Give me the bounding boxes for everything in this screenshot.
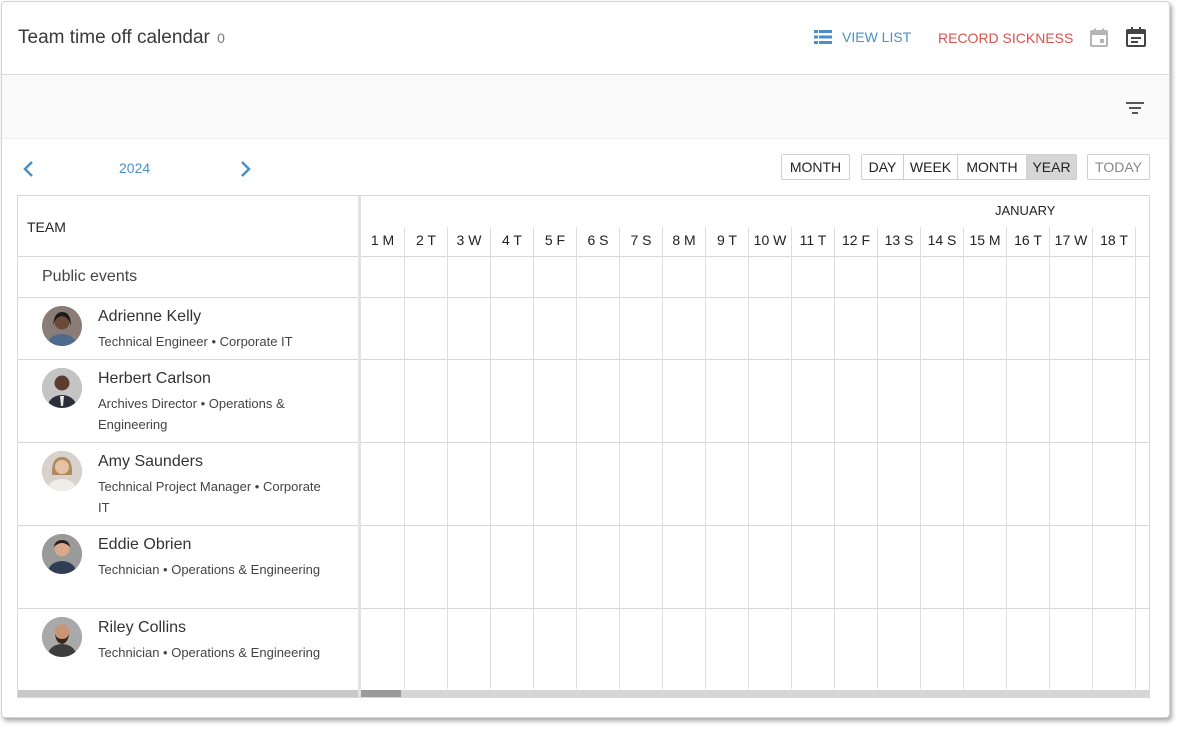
year-label: 2024 [119, 160, 151, 176]
day-column-line [791, 227, 792, 689]
grid-line [361, 442, 1149, 443]
public-events-row[interactable]: Public events [18, 257, 358, 298]
public-events-label: Public events [42, 268, 138, 285]
team-member-row[interactable]: Amy Saunders Technical Project Manager •… [18, 443, 358, 526]
year-view-button[interactable]: YEAR [1027, 154, 1077, 180]
grid-line [361, 608, 1149, 609]
avatar [42, 368, 82, 408]
timeline-area: JANUARY 1 M2 T3 W4 T5 F6 S7 S8 M9 T 10 W1… [361, 196, 1149, 697]
member-name: Riley Collins [98, 619, 187, 636]
day-column-line [920, 227, 921, 689]
day-header-cell: 8 M [662, 227, 705, 257]
day-header-cell: 6 S [576, 227, 619, 257]
day-column-line [662, 227, 663, 689]
day-column-line [447, 227, 448, 689]
day-column-line [834, 227, 835, 689]
day-header-cell: 7 S [619, 227, 662, 257]
avatar [42, 534, 82, 574]
grid-line [361, 359, 1149, 360]
today-button[interactable]: TODAY [1087, 154, 1150, 180]
title-count: 0 [217, 30, 225, 46]
member-name: Adrienne Kelly [98, 308, 202, 325]
grid-line [361, 256, 1149, 257]
month-button[interactable]: MONTH [781, 154, 850, 180]
day-column-line [533, 227, 534, 689]
day-header-cell: 4 T [490, 227, 533, 257]
day-header-cell: 3 W [447, 227, 490, 257]
day-column-line [877, 227, 878, 689]
day-header-cell: 5 F [533, 227, 576, 257]
week-view-button[interactable]: WEEK [904, 154, 958, 180]
day-header-cell: 10 W [748, 227, 791, 257]
day-header-cell: 9 T [705, 227, 748, 257]
view-list-label: VIEW LIST [842, 29, 912, 45]
record-sickness-button[interactable]: RECORD SICKNESS [938, 30, 1073, 46]
member-role: Technical Project Manager • Corporate IT [98, 479, 321, 515]
team-column: TEAM Public events Adrienne Kelly Techni… [18, 196, 361, 697]
view-switcher: DAY WEEK MONTH YEAR [861, 154, 1077, 180]
day-header-cell: 13 S [877, 227, 920, 257]
grid-line [361, 297, 1149, 298]
chevron-right-icon[interactable] [236, 159, 254, 179]
day-header-cell: 15 M [963, 227, 1006, 257]
member-role: Technical Engineer • Corporate IT [98, 334, 293, 349]
member-name: Amy Saunders [98, 453, 203, 470]
team-header-label: TEAM [27, 219, 66, 235]
day-header-cell: 1 M [370, 232, 395, 248]
view-list-button[interactable]: VIEW LIST [814, 29, 911, 45]
day-header-cell: 16 T [1006, 227, 1049, 257]
day-header-cell: 17 W [1049, 227, 1092, 257]
day-view-button[interactable]: DAY [861, 154, 904, 180]
member-name: Herbert Carlson [98, 370, 211, 387]
team-scrollbar[interactable] [18, 690, 358, 697]
card-header: Team time off calendar 0 VIEW LIST RECOR… [2, 2, 1169, 75]
member-role: Archives Director • Operations & Enginee… [98, 396, 285, 432]
calendar-grid: TEAM Public events Adrienne Kelly Techni… [17, 195, 1150, 698]
day-column-line [1006, 227, 1007, 689]
month-view-button[interactable]: MONTH [958, 154, 1027, 180]
day-column-line [1135, 227, 1136, 689]
day-header-cell: 14 S [920, 227, 963, 257]
day-column-line [748, 227, 749, 689]
day-column-line [576, 227, 577, 689]
day-column-line [1092, 227, 1093, 689]
team-member-row[interactable]: Riley Collins Technician • Operations & … [18, 609, 358, 692]
page-title: Team time off calendar 0 [18, 27, 225, 49]
day-header-cell: 2 T [404, 227, 447, 257]
day-header-cell: 11 T [791, 227, 834, 257]
chevron-left-icon[interactable] [20, 159, 38, 179]
title-text: Team time off calendar [18, 27, 210, 48]
team-member-row[interactable]: Adrienne Kelly Technical Engineer • Corp… [18, 298, 358, 360]
filter-icon[interactable] [1125, 100, 1145, 116]
team-member-row[interactable]: Herbert Carlson Archives Director • Oper… [18, 360, 358, 443]
day-column-line [490, 227, 491, 689]
grid-line [361, 525, 1149, 526]
list-icon [814, 30, 832, 44]
day-column-line [619, 227, 620, 689]
team-header: TEAM [18, 196, 358, 257]
day-header-cell: 18 T [1092, 227, 1135, 257]
member-name: Eddie Obrien [98, 536, 192, 553]
avatar [42, 451, 82, 491]
avatar [42, 617, 82, 657]
filter-bar [2, 75, 1169, 139]
day-column-line [1049, 227, 1050, 689]
calendar-day-icon[interactable] [1089, 28, 1109, 48]
team-member-row[interactable]: Eddie Obrien Technician • Operations & E… [18, 526, 358, 609]
month-label: JANUARY [995, 203, 1056, 218]
timeline-scrollbar-thumb[interactable] [361, 690, 401, 697]
timeline-scrollbar-track[interactable] [361, 690, 1149, 697]
day-column-line [705, 227, 706, 689]
member-role: Technician • Operations & Engineering [98, 645, 321, 660]
day-header-row: 1 M2 T3 W4 T5 F6 S7 S8 M9 T 10 W 11 T 12 F1… [361, 227, 1149, 257]
avatar [42, 306, 82, 346]
day-column-line [404, 227, 405, 689]
member-role: Technician • Operations & Engineering [98, 562, 321, 577]
day-header-cell: 1 [1135, 227, 1149, 257]
day-column-line [963, 227, 964, 689]
day-header-cell: 12 F [834, 227, 877, 257]
calendar-event-icon[interactable] [1125, 26, 1147, 48]
